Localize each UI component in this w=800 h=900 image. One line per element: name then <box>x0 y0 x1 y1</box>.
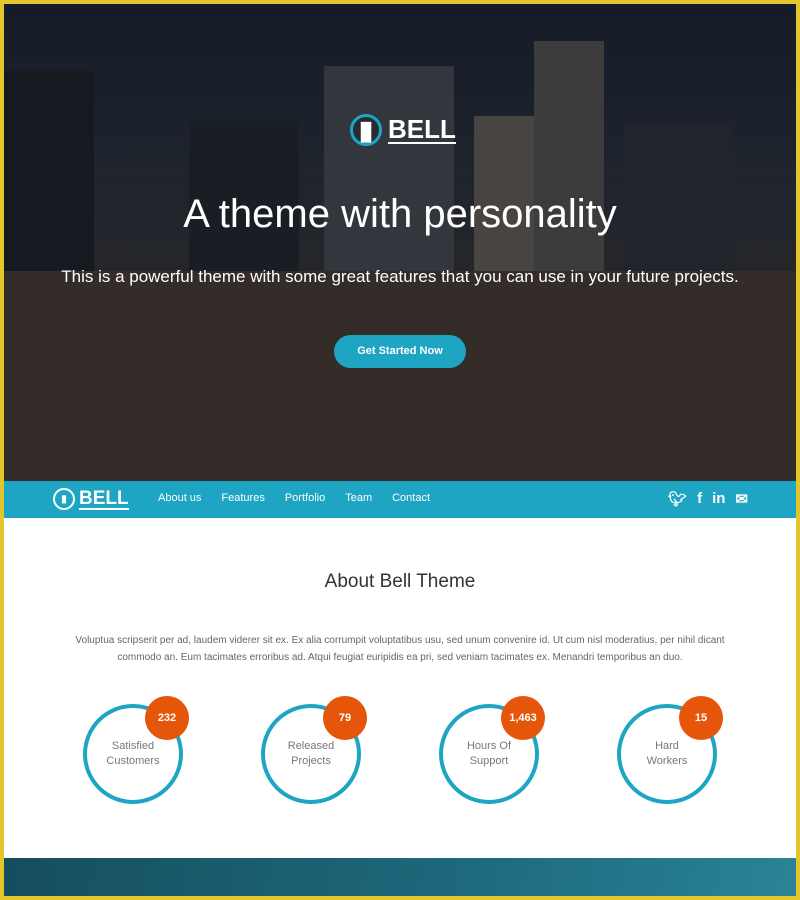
linkedin-icon[interactable]: in <box>712 490 725 508</box>
stat-circle: 1,463 Hours Of Support <box>439 696 545 804</box>
hero-title: A theme with personality <box>183 192 617 236</box>
nav-contact[interactable]: Contact <box>392 492 430 504</box>
nav-features[interactable]: Features <box>221 492 264 504</box>
mail-icon[interactable]: ✉ <box>735 490 748 508</box>
bookmark-icon: ▮ <box>350 114 382 146</box>
navbar: ▮ BELL About us Features Portfolio Team … <box>4 481 796 518</box>
stat-circle: 79 Released Projects <box>261 696 367 804</box>
twitter-icon[interactable]: 🐦︎ <box>668 490 687 508</box>
bookmark-icon: ▮ <box>53 488 75 510</box>
hero-logo[interactable]: ▮ BELL <box>350 114 456 146</box>
stat-circle: 232 Satisfied Customers <box>83 696 189 804</box>
hero-section: ▮ BELL A theme with personality This is … <box>4 4 796 481</box>
about-text: Voluptua scripserit per ad, laudem vider… <box>75 635 725 663</box>
facebook-icon[interactable]: f <box>697 490 702 508</box>
nav-team[interactable]: Team <box>345 492 372 504</box>
nav-about-us[interactable]: About us <box>158 492 201 504</box>
stat-badge: 232 <box>145 696 189 740</box>
footer-section <box>4 858 796 896</box>
about-title: About Bell Theme <box>324 571 476 592</box>
nav-portfolio[interactable]: Portfolio <box>285 492 325 504</box>
stat-badge: 1,463 <box>501 696 545 740</box>
stat-badge: 79 <box>323 696 367 740</box>
get-started-button[interactable]: Get Started Now <box>334 335 466 368</box>
nav-logo[interactable]: ▮ BELL <box>53 488 129 510</box>
stat-badge: 15 <box>679 696 723 740</box>
stat-circle: 15 Hard Workers <box>617 696 723 804</box>
hero-subtitle: This is a powerful theme with some great… <box>61 267 739 286</box>
